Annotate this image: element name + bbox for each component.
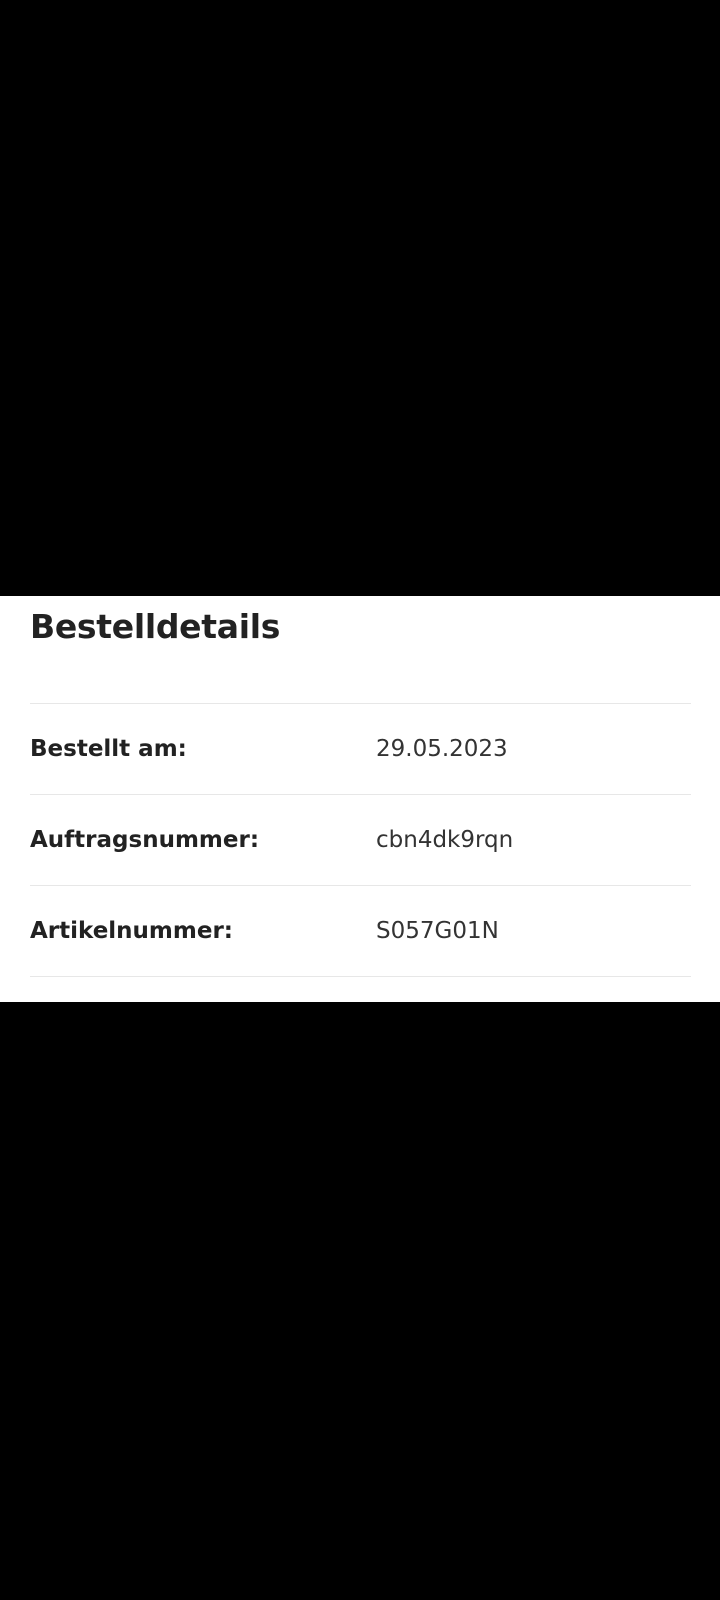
bottom-black-area (0, 1002, 720, 1600)
order-details-card: Bestelldetails Bestellt am: 29.05.2023 A… (0, 596, 720, 1002)
order-date-value: 29.05.2023 (376, 736, 508, 762)
order-number-label: Auftragsnummer: (30, 827, 260, 853)
order-details-title: Bestelldetails (30, 607, 281, 646)
article-number-row: Artikelnummer: S057G01N (30, 886, 691, 977)
order-date-row: Bestellt am: 29.05.2023 (30, 704, 691, 795)
order-date-label: Bestellt am: (30, 736, 187, 762)
top-black-area (0, 0, 720, 596)
article-number-value: S057G01N (376, 918, 499, 944)
article-number-label: Artikelnummer: (30, 918, 234, 944)
order-number-value: cbn4dk9rqn (376, 827, 514, 853)
order-number-row: Auftragsnummer: cbn4dk9rqn (30, 795, 691, 886)
order-details-list: Bestellt am: 29.05.2023 Auftragsnummer: … (30, 703, 691, 977)
